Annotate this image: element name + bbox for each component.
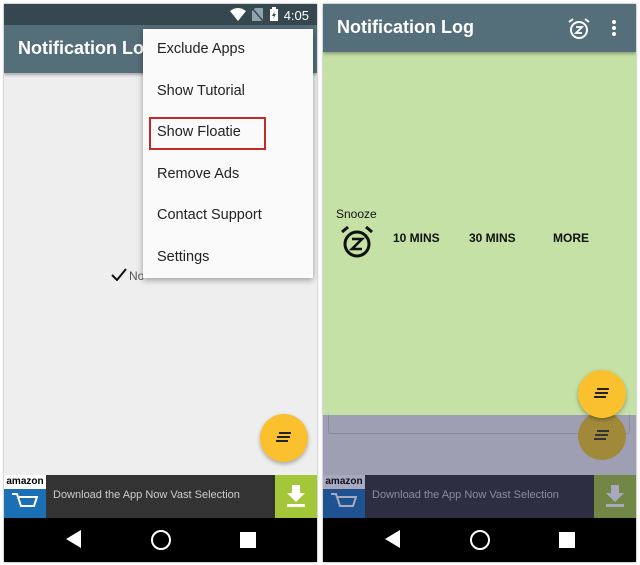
menu-label: Contact Support [157, 207, 262, 223]
battery-charging-icon [270, 7, 278, 21]
menu-item-settings[interactable]: Settings [143, 237, 313, 279]
status-bar: 4:05 [4, 4, 317, 25]
home-icon[interactable] [150, 529, 172, 551]
download-icon [287, 485, 305, 507]
snooze-alarm-icon[interactable] [567, 17, 591, 41]
wifi-icon [230, 8, 246, 21]
app-toolbar: Notification Log [323, 4, 636, 52]
snooze-label: Snooze [336, 207, 377, 221]
menu-label: Exclude Apps [157, 41, 245, 57]
floatie-fab-shadow[interactable] [578, 412, 626, 460]
overflow-menu: Exclude Apps Show Tutorial Show Floatie … [143, 29, 313, 278]
menu-label: Settings [157, 248, 210, 265]
ad-text: Download the App Now Vast Selection [53, 489, 240, 501]
navigation-bar [323, 518, 636, 562]
floatie-snooze-panel: Snooze 10 MINS 30 MINS MORE [323, 52, 636, 415]
download-icon [606, 485, 624, 507]
app-title: Notification Log [337, 17, 474, 37]
menu-item-contact-support[interactable]: Contact Support [143, 195, 313, 237]
snooze-row: Snooze 10 MINS 30 MINS MORE [323, 207, 636, 267]
ad-banner[interactable]: amazon Download the App Now Vast Selecti… [4, 475, 317, 518]
menu-label: Remove Ads [157, 165, 240, 182]
amazon-logo: amazon [4, 475, 46, 518]
snooze-10-mins-button[interactable]: 10 MINS [393, 231, 440, 245]
cart-icon [12, 493, 38, 507]
right-phone-screen: Notification Log Snooze 10 MINS 30 MINS … [323, 4, 636, 562]
status-time: 4:05 [283, 8, 309, 23]
recents-icon[interactable] [559, 532, 575, 548]
more-vert-icon[interactable] [611, 19, 617, 37]
floatie-fab[interactable] [578, 370, 626, 418]
recents-icon[interactable] [240, 532, 256, 548]
navigation-bar [4, 518, 317, 562]
menu-item-remove-ads[interactable]: Remove Ads [143, 154, 313, 196]
snooze-30-mins-button[interactable]: 30 MINS [469, 231, 516, 245]
menu-item-show-floatie[interactable]: Show Floatie [143, 112, 313, 154]
snooze-alarm-icon[interactable] [339, 224, 375, 260]
app-title: Notification Log [18, 38, 155, 58]
home-icon[interactable] [469, 529, 491, 551]
ad-download-button[interactable] [594, 475, 636, 518]
menu-item-show-tutorial[interactable]: Show Tutorial [143, 71, 313, 113]
ad-banner[interactable]: amazon Download the App Now Vast Selecti… [323, 475, 636, 518]
amazon-logo: amazon [323, 475, 365, 518]
back-icon[interactable] [66, 530, 82, 548]
snooze-more-button[interactable]: MORE [553, 231, 589, 245]
cart-icon [331, 493, 357, 507]
menu-label: Show Tutorial [157, 82, 245, 99]
left-phone-screen: 4:05 Notification Log No Exclude Apps Sh… [4, 4, 317, 562]
highlight-box [149, 117, 266, 150]
menu-item-exclude-apps[interactable]: Exclude Apps [143, 29, 313, 71]
ad-text: Download the App Now Vast Selection [372, 489, 559, 501]
ad-download-button[interactable] [275, 475, 317, 518]
checkmark-icon [111, 268, 127, 281]
back-icon[interactable] [385, 530, 401, 548]
no-sim-icon [252, 8, 263, 21]
floatie-fab[interactable] [260, 414, 308, 462]
menu-lines-icon [594, 430, 609, 440]
menu-lines-icon [594, 388, 609, 398]
menu-lines-icon [276, 432, 291, 442]
